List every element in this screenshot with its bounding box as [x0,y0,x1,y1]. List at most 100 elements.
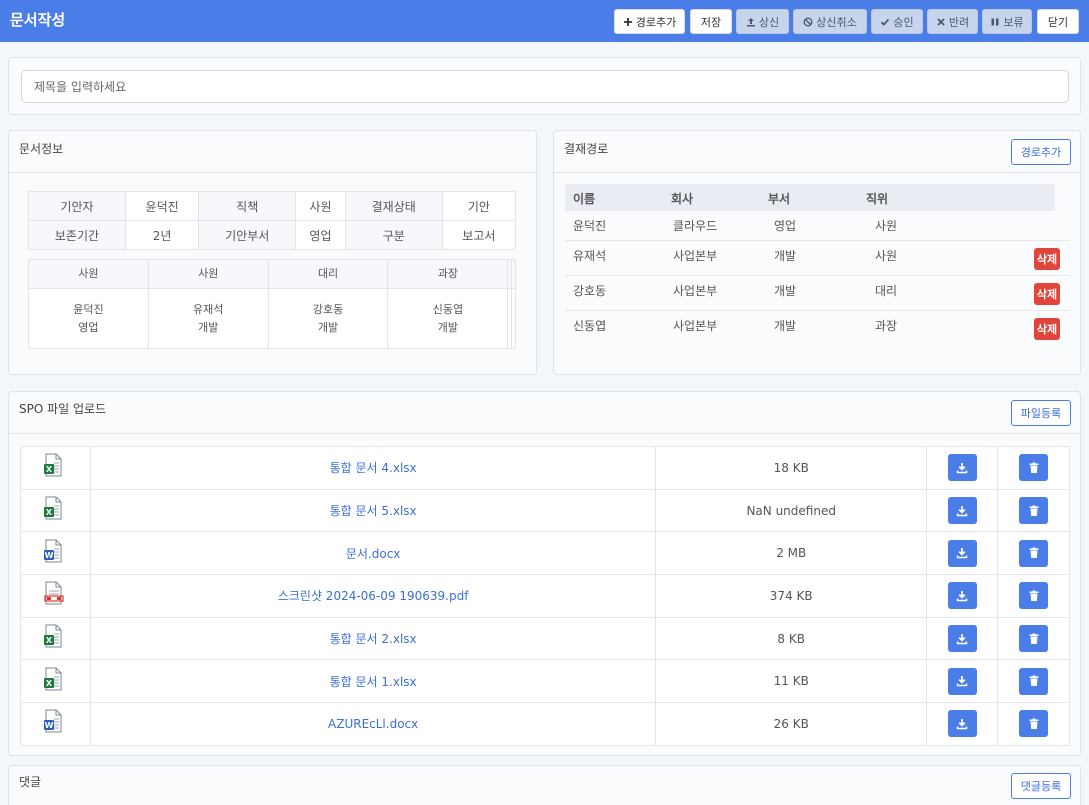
submit-button[interactable]: 상신 [736,9,789,34]
delete-route-button[interactable]: 삭제 [1034,248,1060,270]
route-name: 윤덕진 [573,219,607,233]
approver-cell: 강호동개발 [267,288,389,349]
file-name-link[interactable]: 스크린샷 2024-06-09 190639.pdf [278,589,469,603]
approver-name: 강호동 [312,302,344,316]
route-name: 유재석 [573,249,607,263]
word-file-icon: W [44,709,66,738]
approver-cell: 신동엽 개발 [387,288,509,349]
download-cell [926,574,999,618]
info-label: 기안부서 [198,220,297,250]
file-size-cell: 2 MB [655,531,928,576]
file-type-cell [20,574,91,618]
file-name-cell: 문서.docx [89,531,657,576]
file-size: NaN undefined [746,503,836,518]
route-dept: 영업 [774,219,797,233]
file-type-cell: X [20,446,91,490]
file-upload-card: SPO 파일 업로드 파일등록 X 통합 문서 4.xlsx 18 KB X 통… [8,391,1081,756]
download-button[interactable] [947,582,977,610]
delete-cell [997,702,1070,746]
svg-text:X: X [46,465,53,474]
route-dept: 개발 [774,284,797,298]
delete-file-button[interactable] [1019,497,1048,525]
route-position: 대리 [875,284,898,298]
word-file-icon: W [44,539,66,568]
delete-file-button[interactable] [1019,710,1048,738]
delete-file-button[interactable] [1019,454,1048,482]
hold-button[interactable]: 보류 [982,9,1032,34]
file-size-cell: NaN undefined [655,488,928,533]
save-button[interactable]: 저장 [690,9,732,34]
file-row: X 통합 문서 4.xlsx 18 KB [20,446,1070,490]
delete-route-button[interactable]: 삭제 [1034,318,1060,340]
delete-file-button[interactable] [1019,667,1048,695]
upload-icon [746,17,755,26]
file-name-link[interactable]: 통합 문서 5.xlsx [330,504,417,518]
delete-cell [997,446,1070,490]
file-type-cell: W [20,531,91,576]
comment-register-button[interactable]: 댓글등록 [1011,773,1071,799]
file-type-cell: W [20,702,91,746]
pause-icon [991,18,999,25]
col-dept: 부서 [768,192,791,206]
cancel-submit-button[interactable]: 상신취소 [793,9,867,34]
file-size: 26 KB [773,716,809,731]
add-route-button[interactable]: 경로추가 [614,9,685,34]
svg-text:W: W [45,721,54,730]
file-name-link[interactable]: AZUREcLl.docx [328,717,418,731]
svg-text:X: X [46,679,53,688]
file-register-button[interactable]: 파일등록 [1011,400,1071,426]
route-row: 강호동 사업본부 개발 대리 삭제 [565,276,1070,311]
file-type-cell: X [20,616,91,661]
excel-file-icon: X [44,667,66,696]
close-button[interactable]: 닫기 [1037,9,1079,34]
download-icon [956,633,968,644]
route-add-button[interactable]: 경로추가 [1011,139,1071,165]
download-button[interactable] [947,539,977,567]
file-name-link[interactable]: 통합 문서 2.xlsx [330,632,417,646]
excel-file-icon: X [44,453,66,482]
doc-info-heading: 문서정보 [19,142,64,156]
download-button[interactable] [947,710,977,738]
download-button[interactable] [947,667,977,695]
route-position: 과장 [875,319,898,333]
info-value: 사원 [295,191,346,221]
download-icon [956,505,968,516]
approver-cell [511,288,516,349]
svg-text:X: X [46,636,53,645]
delete-cell [997,488,1070,533]
file-name-link[interactable]: 문서.docx [346,547,401,561]
delete-file-button[interactable] [1019,625,1048,653]
file-name-link[interactable]: 통합 문서 1.xlsx [330,675,417,689]
file-size: 374 KB [769,588,813,603]
route-heading: 결재경로 [564,142,609,156]
approver-cell: 유재석 개발 [147,288,269,349]
approver-position [511,259,516,289]
route-row: 유재석 사업본부 개발 사원 삭제 [565,241,1070,276]
download-icon [956,676,968,687]
route-row: 윤덕진 클라우드 영업 사원 [565,211,1070,241]
info-value: 기안 [441,191,517,221]
route-dept: 개발 [774,319,797,333]
delete-file-button[interactable] [1019,582,1048,610]
svg-text:X: X [46,508,53,517]
approve-button[interactable]: 승인 [871,9,923,34]
excel-file-icon: X [44,624,66,653]
file-name-link[interactable]: 통합 문서 4.xlsx [330,461,417,475]
download-button[interactable] [947,497,977,525]
file-type-cell: X [20,659,91,704]
download-button[interactable] [947,454,977,482]
file-size: 8 KB [777,631,805,646]
doc-info-table: 기안자 윤덕진 직책 사원 결재상태 기안 보존기간 2년 기안부서 영업 구분… [28,191,517,250]
title-input[interactable] [21,70,1069,103]
file-size: 2 MB [776,546,807,561]
x-icon [937,17,945,26]
file-row: X 통합 문서 2.xlsx 8 KB [20,616,1070,661]
download-cell [926,488,999,533]
download-button[interactable] [947,625,977,653]
delete-route-button[interactable]: 삭제 [1034,283,1060,305]
approver-dept: 개발 [317,320,339,334]
reject-button[interactable]: 반려 [927,9,978,34]
file-name-cell: 스크린샷 2024-06-09 190639.pdf [89,574,657,618]
delete-file-button[interactable] [1019,539,1048,567]
file-size-cell: 8 KB [655,616,928,661]
